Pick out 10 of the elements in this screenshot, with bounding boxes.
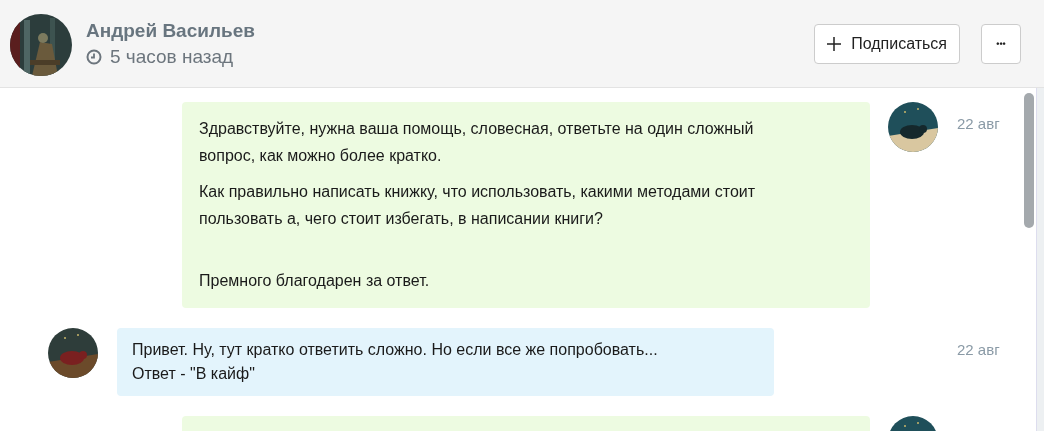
author-name[interactable]: Андрей Васильев: [86, 19, 255, 42]
post-time: 5 часов назад: [110, 45, 234, 68]
message-text: Здравствуйте, нужна ваша помощь, словесная, ответьте на один сложный вопрос, как можно более кратко.: [199, 119, 755, 166]
message-text: Привет. Ну, тут кратко ответить сложно. Но если все же попробовать... Ответ - "В кайф": [132, 340, 659, 384]
more-button[interactable]: •••: [981, 23, 1021, 64]
message-text: Премного благодарен за ответ.: [199, 271, 431, 291]
message-date: 22 авг: [957, 115, 1000, 132]
subscribe-button[interactable]: Подписаться: [814, 23, 960, 64]
message-date: 22 авг: [957, 341, 1000, 358]
message-text: Как правильно написать книжку, что использовать, какими методами стоит пользовать а, чего стоит избегать, в написании книги?: [199, 182, 757, 229]
